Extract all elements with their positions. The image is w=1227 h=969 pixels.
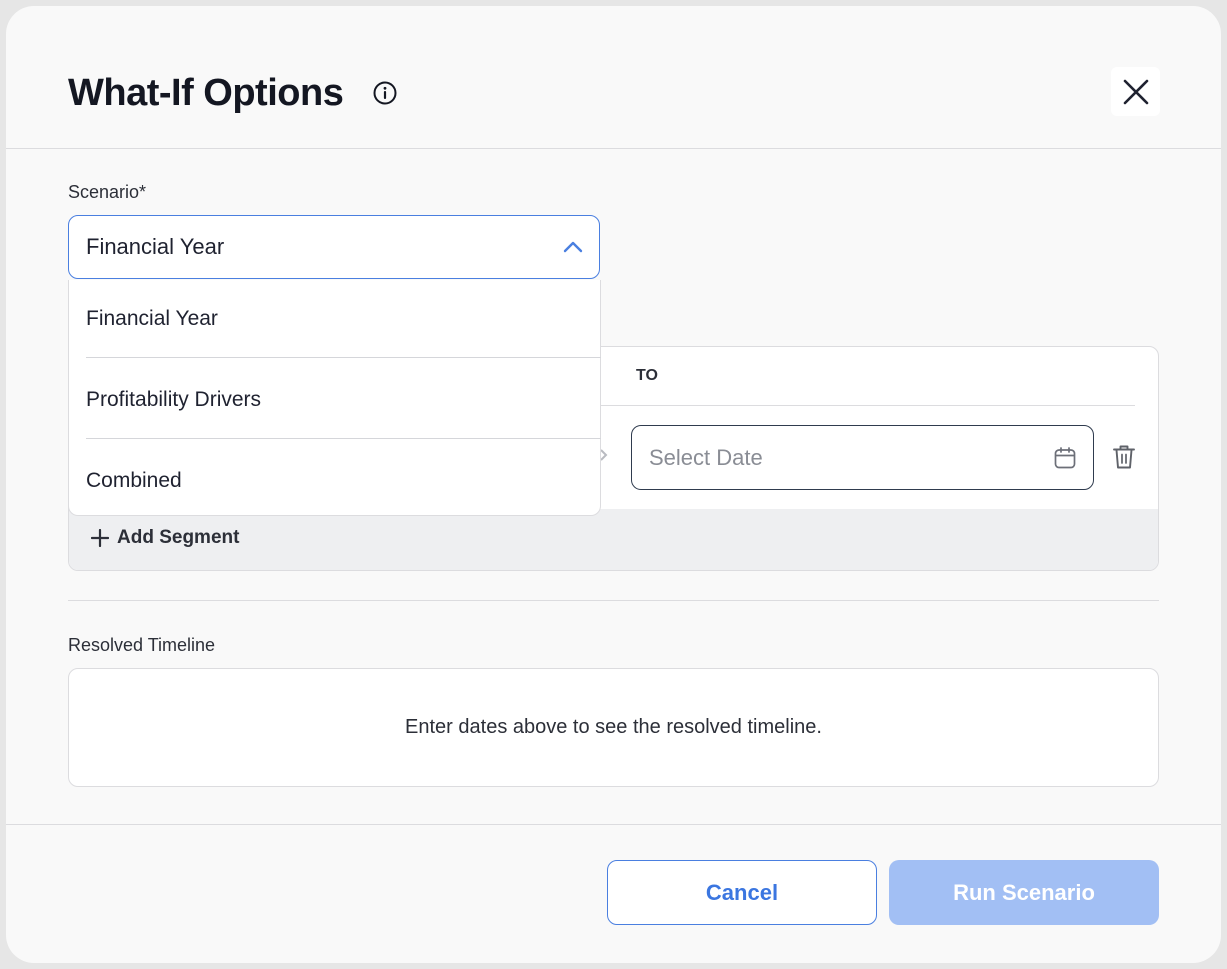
cancel-button[interactable]: Cancel xyxy=(607,860,877,925)
header-divider xyxy=(6,148,1221,149)
scenario-option-combined[interactable]: Combined xyxy=(69,442,600,522)
trash-icon[interactable] xyxy=(1112,444,1136,470)
run-scenario-button[interactable]: Run Scenario xyxy=(889,860,1159,925)
arrow-right-icon xyxy=(600,449,608,461)
calendar-icon[interactable] xyxy=(1053,446,1077,470)
chevron-up-icon xyxy=(563,241,583,253)
plus-icon xyxy=(91,529,109,547)
what-if-options-dialog: What-If Options Scenario* Financial Year… xyxy=(6,6,1221,963)
resolved-timeline-label: Resolved Timeline xyxy=(68,635,216,655)
to-date-input[interactable]: Select Date xyxy=(631,425,1094,490)
section-divider xyxy=(68,600,1159,601)
scenario-select[interactable]: Financial Year xyxy=(68,215,600,279)
scenario-selected-value: Financial Year xyxy=(86,234,225,259)
close-button[interactable] xyxy=(1111,67,1160,116)
date-placeholder: Select Date xyxy=(649,445,763,470)
info-icon[interactable] xyxy=(372,80,398,106)
dialog-title: What-If Options xyxy=(68,72,344,114)
scenario-label: Scenario* xyxy=(68,182,147,202)
to-column-header: TO xyxy=(636,367,658,384)
menu-separator xyxy=(86,357,601,358)
add-segment-label: Add Segment xyxy=(117,527,240,548)
close-icon xyxy=(1123,79,1148,104)
footer-divider xyxy=(6,824,1221,825)
scenario-option-profitability-drivers[interactable]: Profitability Drivers xyxy=(69,361,600,441)
timeline-empty-message: Enter dates above to see the resolved ti… xyxy=(405,716,822,738)
resolved-timeline-panel: Enter dates above to see the resolved ti… xyxy=(68,668,1159,787)
add-segment-button[interactable]: Add Segment xyxy=(91,527,239,549)
scenario-option-financial-year[interactable]: Financial Year xyxy=(69,280,600,360)
menu-separator xyxy=(86,438,601,439)
scenario-dropdown-menu: Financial Year Profitability Drivers Com… xyxy=(68,280,601,516)
